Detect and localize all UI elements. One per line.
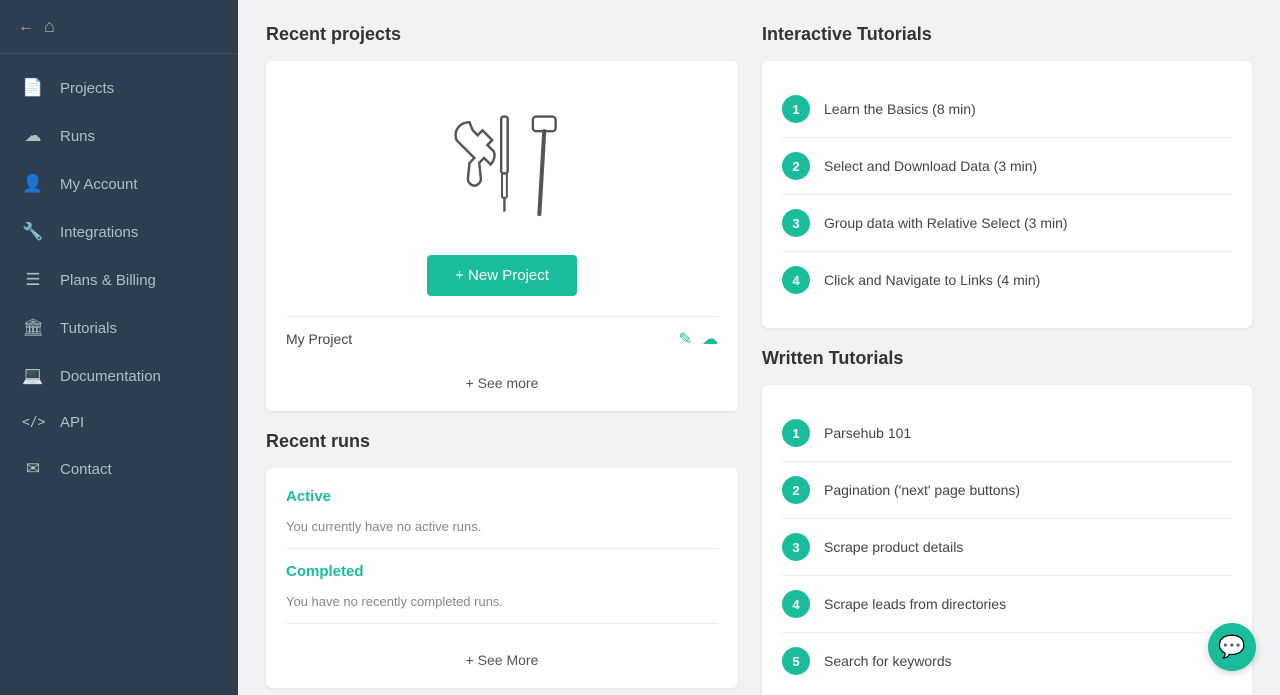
written-tutorial-label-2: Pagination ('next' page buttons) (824, 482, 1020, 498)
contact-icon: ✉ (22, 459, 44, 479)
written-tutorial-num-5: 5 (782, 647, 810, 675)
back-icon[interactable]: ← (18, 18, 34, 36)
document-icon: 📄 (22, 78, 44, 98)
project-tools-illustration (286, 81, 718, 255)
recent-runs-title: Recent runs (266, 431, 738, 452)
sidebar-nav: 📄 Projects ☁ Runs 👤 My Account 🔧 Integra… (0, 54, 238, 695)
written-tutorial-num-4: 4 (782, 590, 810, 618)
tutorial-num-3: 3 (782, 209, 810, 237)
tutorial-num-1: 1 (782, 95, 810, 123)
see-more-projects-link[interactable]: + See more (286, 361, 718, 391)
written-tutorials-card: 1 Parsehub 101 2 Pagination ('next' page… (762, 385, 1252, 695)
recent-projects-title: Recent projects (266, 24, 738, 45)
sidebar-label-documentation: Documentation (60, 368, 161, 385)
chat-bubble-icon: 💬 (1218, 634, 1245, 660)
written-tutorial-item-2[interactable]: 2 Pagination ('next' page buttons) (782, 462, 1232, 519)
wrench-icon: 🔧 (22, 222, 44, 242)
home-icon[interactable]: ⌂ (44, 16, 55, 37)
runs-divider-2 (286, 623, 718, 624)
written-tutorial-item-1[interactable]: 1 Parsehub 101 (782, 405, 1232, 462)
main-content: Recent projects (238, 0, 1280, 695)
completed-runs-text: You have no recently completed runs. (286, 588, 718, 623)
interactive-tutorials-card: 1 Learn the Basics (8 min) 2 Select and … (762, 61, 1252, 328)
download-project-icon[interactable]: ☁ (702, 329, 718, 349)
left-column: Recent projects (266, 24, 738, 695)
project-name: My Project (286, 331, 679, 347)
sidebar-item-plans-billing[interactable]: ☰ Plans & Billing (0, 256, 238, 304)
sidebar-label-runs: Runs (60, 128, 95, 145)
written-tutorial-label-1: Parsehub 101 (824, 425, 911, 441)
written-tutorials-title: Written Tutorials (762, 348, 1252, 369)
sidebar-item-documentation[interactable]: 💻 Documentation (0, 352, 238, 400)
sidebar-label-plans-billing: Plans & Billing (60, 272, 156, 289)
sidebar-label-projects: Projects (60, 80, 114, 97)
interactive-tutorial-label-3: Group data with Relative Select (3 min) (824, 215, 1068, 231)
written-tutorial-item-3[interactable]: 3 Scrape product details (782, 519, 1232, 576)
sidebar-label-api: API (60, 414, 84, 431)
active-runs-text: You currently have no active runs. (286, 513, 718, 548)
recent-projects-card: + New Project My Project ✎ ☁ + See more (266, 61, 738, 411)
docs-icon: 💻 (22, 366, 44, 386)
billing-icon: ☰ (22, 270, 44, 290)
interactive-tutorial-label-1: Learn the Basics (8 min) (824, 101, 976, 117)
written-tutorial-num-3: 3 (782, 533, 810, 561)
sidebar-item-api[interactable]: </> API (0, 400, 238, 445)
completed-runs-title: Completed (286, 563, 718, 580)
interactive-tutorials-list: 1 Learn the Basics (8 min) 2 Select and … (782, 81, 1232, 308)
sidebar-label-tutorials: Tutorials (60, 320, 117, 337)
sidebar-item-contact[interactable]: ✉ Contact (0, 445, 238, 493)
sidebar-item-my-account[interactable]: 👤 My Account (0, 160, 238, 208)
sidebar-label-contact: Contact (60, 461, 112, 478)
see-more-runs-link[interactable]: + See More (286, 638, 718, 668)
edit-project-icon[interactable]: ✎ (679, 329, 692, 349)
new-project-button[interactable]: + New Project (427, 255, 577, 296)
right-column: Interactive Tutorials 1 Learn the Basics… (762, 24, 1252, 695)
interactive-tutorial-item-1[interactable]: 1 Learn the Basics (8 min) (782, 81, 1232, 138)
sidebar-header: ← ⌂ (0, 0, 238, 54)
sidebar-item-runs[interactable]: ☁ Runs (0, 112, 238, 160)
active-runs-title: Active (286, 488, 718, 505)
user-icon: 👤 (22, 174, 44, 194)
recent-runs-card: Active You currently have no active runs… (266, 468, 738, 688)
sidebar-item-integrations[interactable]: 🔧 Integrations (0, 208, 238, 256)
tutorial-num-2: 2 (782, 152, 810, 180)
cloud-icon: ☁ (22, 126, 44, 146)
api-icon: </> (22, 415, 44, 430)
interactive-tutorial-item-4[interactable]: 4 Click and Navigate to Links (4 min) (782, 252, 1232, 308)
interactive-tutorials-title: Interactive Tutorials (762, 24, 1252, 45)
sidebar: ← ⌂ 📄 Projects ☁ Runs 👤 My Account 🔧 Int… (0, 0, 238, 695)
content-grid: Recent projects (266, 24, 1252, 695)
written-tutorial-item-4[interactable]: 4 Scrape leads from directories (782, 576, 1232, 633)
sidebar-item-projects[interactable]: 📄 Projects (0, 64, 238, 112)
interactive-tutorial-label-2: Select and Download Data (3 min) (824, 158, 1037, 174)
tools-svg (437, 101, 567, 241)
project-row: My Project ✎ ☁ (286, 316, 718, 361)
sidebar-item-tutorials[interactable]: 🏛 Tutorials (0, 304, 238, 352)
interactive-tutorial-label-4: Click and Navigate to Links (4 min) (824, 272, 1040, 288)
tutorial-num-4: 4 (782, 266, 810, 294)
written-tutorial-item-5[interactable]: 5 Search for keywords (782, 633, 1232, 689)
written-tutorial-num-1: 1 (782, 419, 810, 447)
written-tutorial-label-4: Scrape leads from directories (824, 596, 1006, 612)
view-more-written-link[interactable]: + View More (782, 689, 1232, 695)
interactive-tutorial-item-2[interactable]: 2 Select and Download Data (3 min) (782, 138, 1232, 195)
written-tutorials-list: 1 Parsehub 101 2 Pagination ('next' page… (782, 405, 1232, 689)
sidebar-label-my-account: My Account (60, 176, 138, 193)
project-actions: ✎ ☁ (679, 329, 718, 349)
written-tutorial-num-2: 2 (782, 476, 810, 504)
sidebar-label-integrations: Integrations (60, 224, 138, 241)
chat-bubble-button[interactable]: 💬 (1208, 623, 1256, 671)
written-tutorial-label-5: Search for keywords (824, 653, 952, 669)
runs-divider (286, 548, 718, 549)
interactive-tutorial-item-3[interactable]: 3 Group data with Relative Select (3 min… (782, 195, 1232, 252)
written-tutorial-label-3: Scrape product details (824, 539, 963, 555)
tutorials-icon: 🏛 (22, 318, 44, 338)
